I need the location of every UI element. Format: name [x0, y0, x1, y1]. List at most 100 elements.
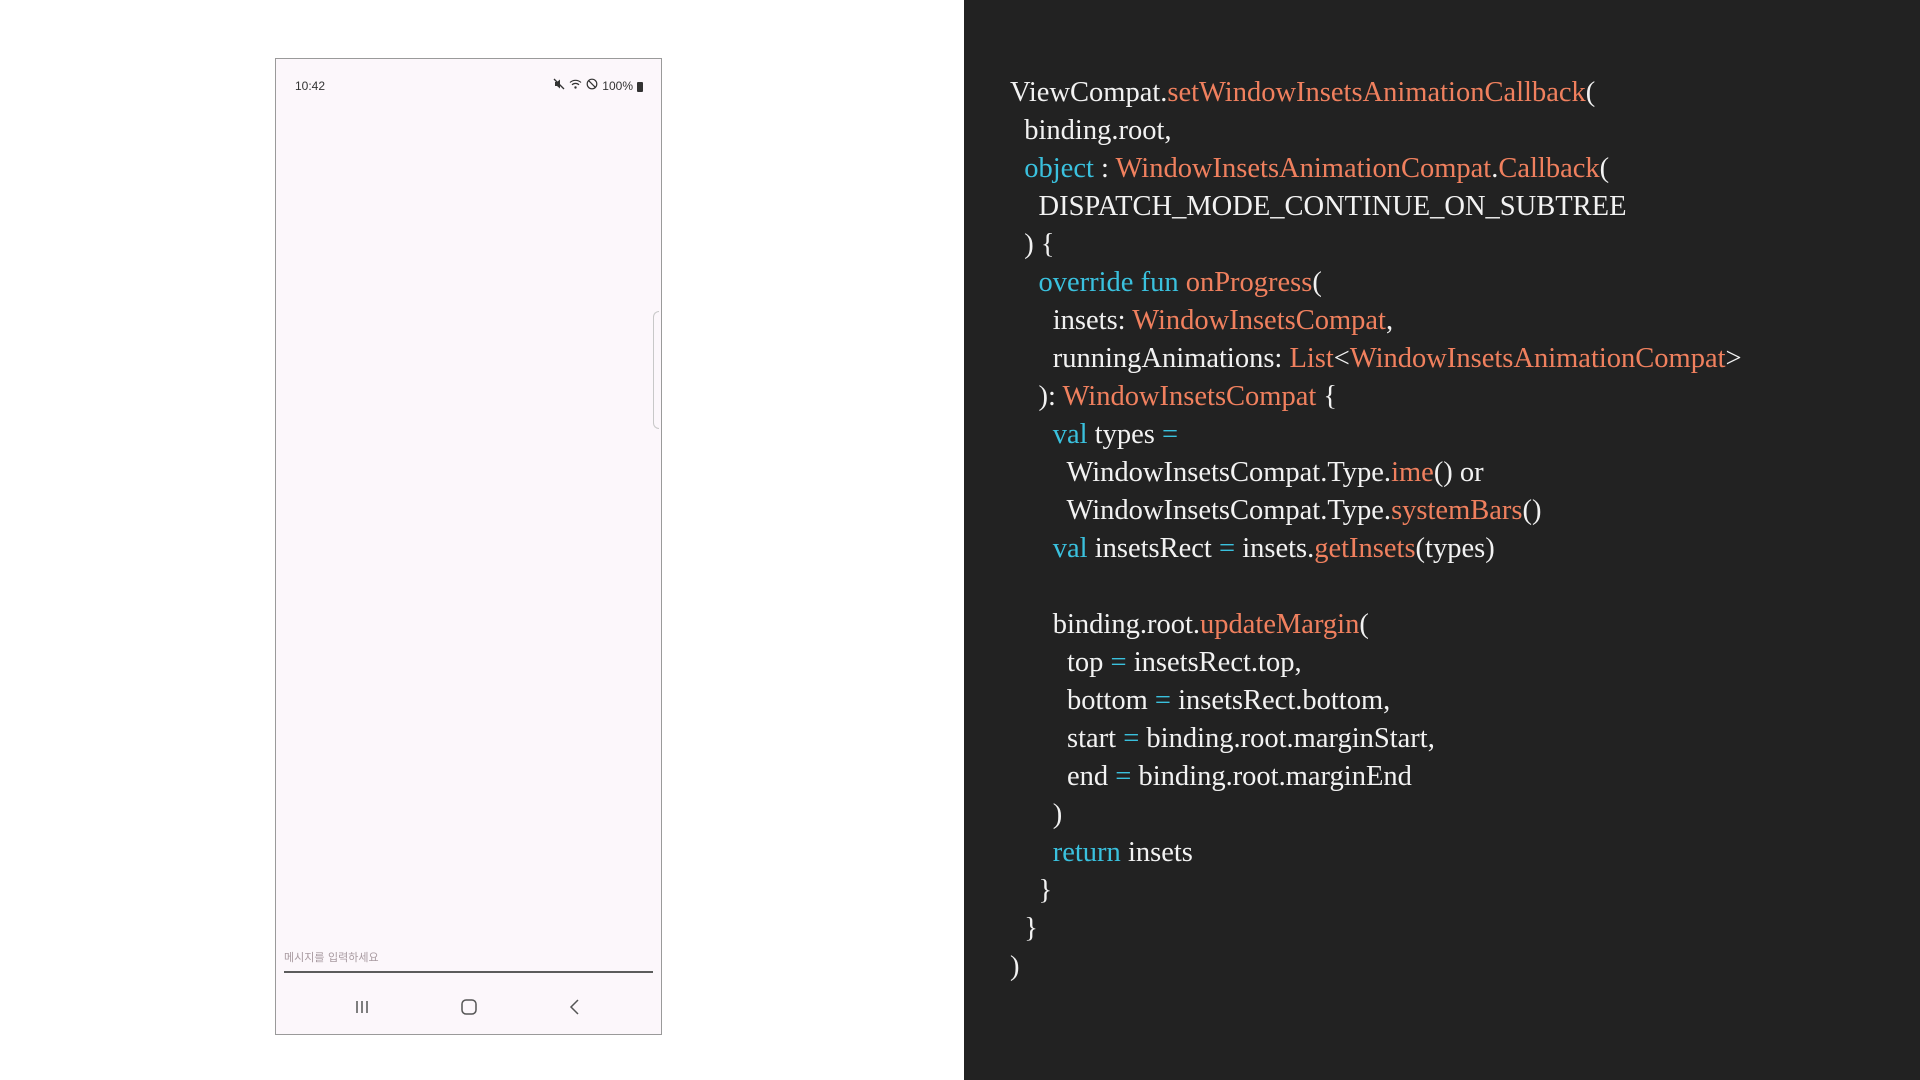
code-line: DISPATCH_MODE_CONTINUE_ON_SUBTREE: [1010, 188, 1742, 226]
status-time: 10:42: [295, 79, 326, 93]
code-text: ):: [1010, 381, 1063, 412]
code-text: DISPATCH_MODE_CONTINUE_ON_SUBTREE: [1010, 191, 1627, 222]
code-line: return insets: [1010, 834, 1742, 872]
code-text: (: [1359, 609, 1369, 640]
code-text: runningAnimations:: [1010, 343, 1290, 374]
code-text: types: [1087, 419, 1162, 450]
code-text: binding.root,: [1010, 115, 1172, 146]
code-keyword: =: [1110, 647, 1127, 678]
code-identifier: WindowInsetsAnimationCompat: [1349, 343, 1726, 374]
code-text: () or: [1433, 457, 1484, 488]
code-text: insets:: [1010, 305, 1133, 336]
code-text: ) {: [1010, 229, 1055, 260]
code-text: }: [1010, 875, 1053, 906]
code-text: insetsRect: [1087, 533, 1219, 564]
code-text: end: [1010, 761, 1116, 792]
code-text: }: [1010, 913, 1038, 944]
navigation-bar: [276, 979, 661, 1034]
code-text: (: [1312, 267, 1322, 298]
code-line: binding.root,: [1010, 112, 1742, 150]
code-line: bottom = insetsRect.bottom,: [1010, 682, 1742, 720]
mute-icon: [553, 78, 565, 94]
code-text: (types): [1415, 533, 1495, 564]
code-text: (): [1522, 495, 1542, 526]
code-text: >: [1725, 343, 1742, 374]
code-line: ): WindowInsetsCompat {: [1010, 378, 1742, 416]
code-text: ViewCompat.: [1010, 77, 1168, 108]
code-text: insetsRect.bottom,: [1170, 685, 1391, 716]
code-keyword: val: [1052, 533, 1088, 564]
code-panel: ViewCompat.setWindowInsetsAnimationCallb…: [964, 0, 1920, 1080]
phone-screen: 10:42 100% 메시지를 입력하세요: [275, 58, 662, 1035]
code-line: override fun onProgress(: [1010, 264, 1742, 302]
code-text: ,: [1385, 305, 1394, 336]
recents-icon[interactable]: [350, 997, 374, 1017]
code-text: (: [1599, 153, 1610, 184]
code-keyword: val: [1052, 419, 1088, 450]
code-line: insets: WindowInsetsCompat,: [1010, 302, 1742, 340]
code-text: {: [1316, 381, 1338, 412]
battery-icon: [637, 82, 643, 92]
code-identifier: getInsets: [1314, 533, 1416, 564]
code-identifier: List: [1289, 343, 1334, 374]
battery-percent: 100%: [602, 79, 633, 93]
code-text: :: [1093, 153, 1116, 184]
code-line: }: [1010, 872, 1742, 910]
wifi-icon: [569, 78, 582, 94]
status-bar: 10:42 100%: [276, 59, 661, 115]
home-icon[interactable]: [457, 997, 481, 1017]
message-input[interactable]: 메시지를 입력하세요: [284, 943, 653, 973]
code-text: binding.root.marginStart,: [1139, 723, 1435, 754]
code-line: WindowInsetsCompat.Type.ime() or: [1010, 454, 1742, 492]
code-line: val types =: [1010, 416, 1742, 454]
status-icons: 100%: [553, 78, 643, 94]
code-text: top: [1010, 647, 1111, 678]
code-identifier: Callback: [1498, 153, 1600, 184]
code-line: WindowInsetsCompat.Type.systemBars(): [1010, 492, 1742, 530]
code-text: bottom: [1010, 685, 1155, 716]
code-identifier: systemBars: [1391, 495, 1523, 526]
code-text: insetsRect.top,: [1126, 647, 1302, 678]
code-line: ): [1010, 948, 1742, 986]
code-text: binding.root.: [1010, 609, 1200, 640]
code-keyword: object: [1024, 153, 1094, 184]
code-line: ): [1010, 796, 1742, 834]
code-keyword: =: [1115, 761, 1132, 792]
code-identifier: WindowInsetsAnimationCompat: [1115, 153, 1492, 184]
code-text: insets.: [1235, 533, 1315, 564]
back-icon[interactable]: [563, 997, 587, 1017]
code-keyword: =: [1218, 533, 1236, 564]
code-keyword: =: [1162, 419, 1179, 450]
code-identifier: ime: [1391, 457, 1434, 488]
code-text: WindowInsetsCompat.Type.: [1010, 495, 1392, 526]
code-text: (: [1585, 77, 1596, 108]
code-identifier: updateMargin: [1200, 609, 1360, 640]
code-line: start = binding.root.marginStart,: [1010, 720, 1742, 758]
code-keyword: return: [1052, 837, 1121, 868]
code-block: ViewCompat.setWindowInsetsAnimationCallb…: [1010, 74, 1742, 986]
code-text: binding.root.marginEnd: [1131, 761, 1412, 792]
code-line: top = insetsRect.top,: [1010, 644, 1742, 682]
do-not-disturb-icon: [586, 78, 598, 94]
code-text: ): [1010, 951, 1020, 982]
edge-panel-handle[interactable]: [653, 311, 659, 429]
code-identifier: setWindowInsetsAnimationCallback: [1167, 77, 1586, 108]
code-text: WindowInsetsCompat.Type.: [1010, 457, 1392, 488]
code-text: start: [1010, 723, 1124, 754]
code-line: ) {: [1010, 226, 1742, 264]
code-text: insets: [1120, 837, 1193, 868]
code-line: }: [1010, 910, 1742, 948]
code-text: <: [1333, 343, 1350, 374]
code-identifier: WindowInsetsCompat: [1062, 381, 1317, 412]
code-line: val insetsRect = insets.getInsets(types): [1010, 530, 1742, 568]
code-line: object : WindowInsetsAnimationCompat.Cal…: [1010, 150, 1742, 188]
code-identifier: WindowInsetsCompat: [1132, 305, 1386, 336]
message-input-placeholder: 메시지를 입력하세요: [284, 951, 379, 964]
